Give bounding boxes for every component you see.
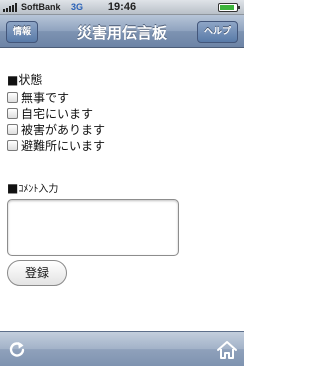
battery-icon — [218, 3, 240, 12]
status-bar: SoftBank 3G 19:46 — [0, 0, 244, 15]
navigation-bar: 情報 災害用伝言板 ヘルプ — [0, 15, 244, 48]
status-option-at-home[interactable]: 自宅にいます — [7, 106, 237, 121]
status-option-damaged[interactable]: 被害があります — [7, 122, 237, 137]
checkbox[interactable] — [7, 92, 18, 103]
home-icon[interactable] — [216, 339, 238, 361]
register-button[interactable]: 登録 — [7, 260, 67, 286]
main-content: ■状態 無事です 自宅にいます 被害があります 避難所にいます ■ｺﾒﾝﾄ入力 … — [7, 72, 237, 286]
comment-title-text: ｺﾒﾝﾄ入力 — [18, 184, 59, 195]
reload-icon[interactable] — [6, 339, 28, 361]
status-option-label: 避難所にいます — [21, 139, 106, 153]
status-option-label: 被害があります — [21, 123, 106, 137]
comment-section-title: ■ｺﾒﾝﾄ入力 — [7, 180, 237, 196]
bottom-toolbar — [0, 331, 244, 366]
status-section-title: ■状態 — [7, 73, 43, 87]
status-option-safe[interactable]: 無事です — [7, 90, 237, 105]
status-option-at-shelter[interactable]: 避難所にいます — [7, 138, 237, 153]
status-option-label: 自宅にいます — [21, 107, 94, 121]
comment-title-mark: ■ — [7, 181, 19, 195]
clock: 19:46 — [107, 1, 137, 13]
checkbox[interactable] — [7, 108, 18, 119]
checkbox[interactable] — [7, 124, 18, 135]
help-button[interactable]: ヘルプ — [196, 21, 238, 43]
status-option-label: 無事です — [21, 91, 70, 105]
comment-input[interactable] — [7, 199, 179, 256]
battery-level — [220, 5, 235, 10]
checkbox[interactable] — [7, 140, 18, 151]
